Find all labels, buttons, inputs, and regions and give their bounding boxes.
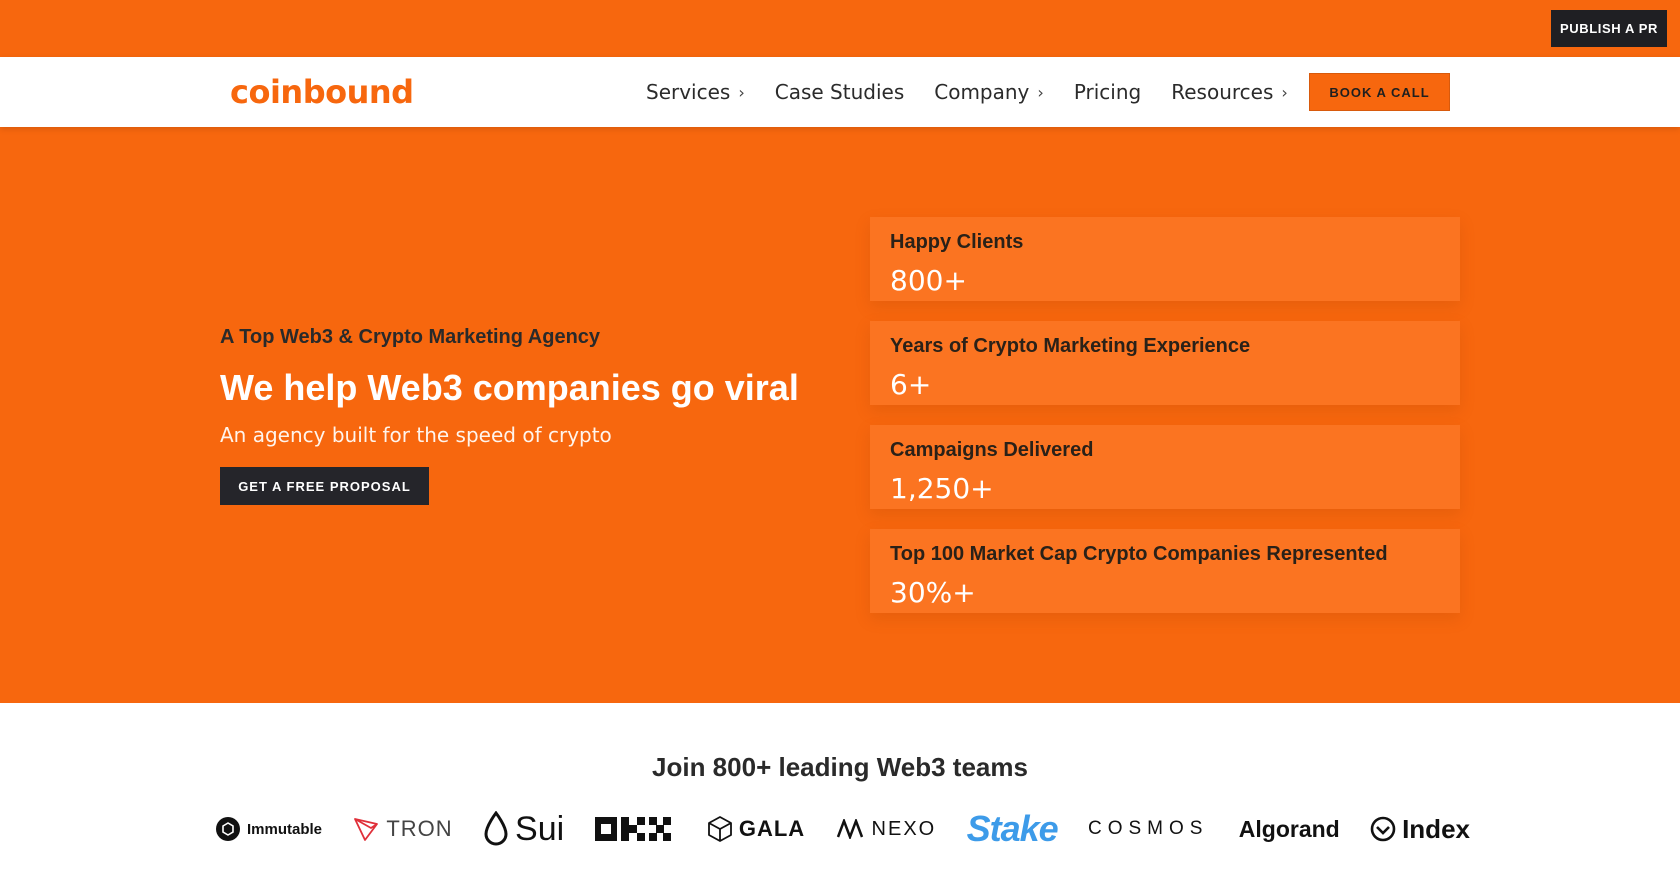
stat-label: Happy Clients xyxy=(890,231,1024,253)
publish-pr-button[interactable]: PUBLISH A PR xyxy=(1551,10,1667,47)
stat-value: 800+ xyxy=(890,264,967,297)
nav-item-pricing[interactable]: Pricing xyxy=(1074,80,1141,104)
brand-name: Immutable xyxy=(247,820,323,838)
index-logo: Index xyxy=(1370,805,1470,853)
brand-name: COSMOS xyxy=(1087,818,1209,839)
okx-logo xyxy=(594,805,677,853)
index-icon xyxy=(1370,816,1396,842)
nexo-icon xyxy=(836,819,866,839)
stat-label: Years of Crypto Marketing Experience xyxy=(890,335,1251,357)
nav-item-resources[interactable]: Resources › xyxy=(1171,80,1288,104)
algorand-logo: Algorand xyxy=(1239,805,1340,853)
coinbound-logo[interactable]: coinbound xyxy=(230,73,414,111)
nav-item-label: Case Studies xyxy=(774,80,905,104)
chevron-right-icon: › xyxy=(738,82,745,102)
gala-logo: GALA xyxy=(707,805,805,853)
nav-item-label: Services xyxy=(646,80,731,104)
chevron-right-icon: › xyxy=(1037,82,1044,102)
brand-name: TRON xyxy=(386,816,453,841)
brand-name: Sui xyxy=(515,809,565,848)
nav-item-label: Pricing xyxy=(1073,80,1142,104)
brand-name: Index xyxy=(1402,813,1470,844)
stat-card: Years of Crypto Marketing Experience 6+ xyxy=(870,321,1460,405)
stat-label: Top 100 Market Cap Crypto Companies Repr… xyxy=(890,543,1388,565)
brand-name: Stake xyxy=(966,808,1059,849)
cosmos-logo: COSMOS xyxy=(1088,805,1208,853)
nav-item-services[interactable]: Services › xyxy=(646,80,745,104)
stats-list: Happy Clients 800+ Years of Crypto Marke… xyxy=(870,217,1460,633)
top-banner: PUBLISH A PR xyxy=(0,0,1680,57)
sui-droplet-icon xyxy=(483,811,509,847)
nav-item-case-studies[interactable]: Case Studies xyxy=(775,80,905,104)
hero-eyebrow: A Top Web3 & Crypto Marketing Agency xyxy=(220,326,601,348)
nav-item-company[interactable]: Company › xyxy=(934,80,1044,104)
stat-value: 1,250+ xyxy=(890,472,994,505)
brand-name: NEXO xyxy=(871,817,937,840)
stat-value: 30%+ xyxy=(890,576,976,609)
nexo-logo: NEXO xyxy=(836,805,937,853)
chevron-right-icon: › xyxy=(1281,82,1288,102)
tron-icon xyxy=(352,815,380,843)
main-navigation: coinbound Services › Case Studies Compan… xyxy=(0,57,1680,127)
nav-item-label: Company xyxy=(934,80,1030,104)
stat-value: 6+ xyxy=(890,368,932,401)
clients-title: Join 800+ leading Web3 teams xyxy=(652,752,1028,782)
immutable-icon xyxy=(215,816,241,842)
stat-card: Campaigns Delivered 1,250+ xyxy=(870,425,1460,509)
free-proposal-button[interactable]: GET A FREE PROPOSAL xyxy=(220,467,429,505)
sui-logo: Sui xyxy=(483,805,564,853)
stat-card: Happy Clients 800+ xyxy=(870,217,1460,301)
immutable-logo: Immutable xyxy=(215,805,322,853)
nav-item-label: Resources xyxy=(1171,80,1274,104)
client-logos: Immutable TRON Sui GALA NEXO Stake COSMO… xyxy=(215,805,1470,853)
stake-logo: Stake xyxy=(966,805,1059,853)
gala-cube-icon xyxy=(707,815,733,843)
tron-logo: TRON xyxy=(352,805,452,853)
hero-subhead: An agency built for the speed of crypto xyxy=(220,423,612,447)
book-a-call-button[interactable]: BOOK A CALL xyxy=(1309,73,1450,111)
stat-card: Top 100 Market Cap Crypto Companies Repr… xyxy=(870,529,1460,613)
hero-headline: We help Web3 companies go viral xyxy=(220,367,799,408)
brand-name: GALA xyxy=(738,816,806,841)
okx-icon xyxy=(594,817,671,841)
stat-label: Campaigns Delivered xyxy=(890,439,1094,461)
logo-text: coinbound xyxy=(230,73,414,111)
brand-name: Algorand xyxy=(1238,815,1340,842)
nav-menu: Services › Case Studies Company › Pricin… xyxy=(646,57,1318,127)
hero-section: A Top Web3 & Crypto Marketing Agency We … xyxy=(0,127,1680,703)
